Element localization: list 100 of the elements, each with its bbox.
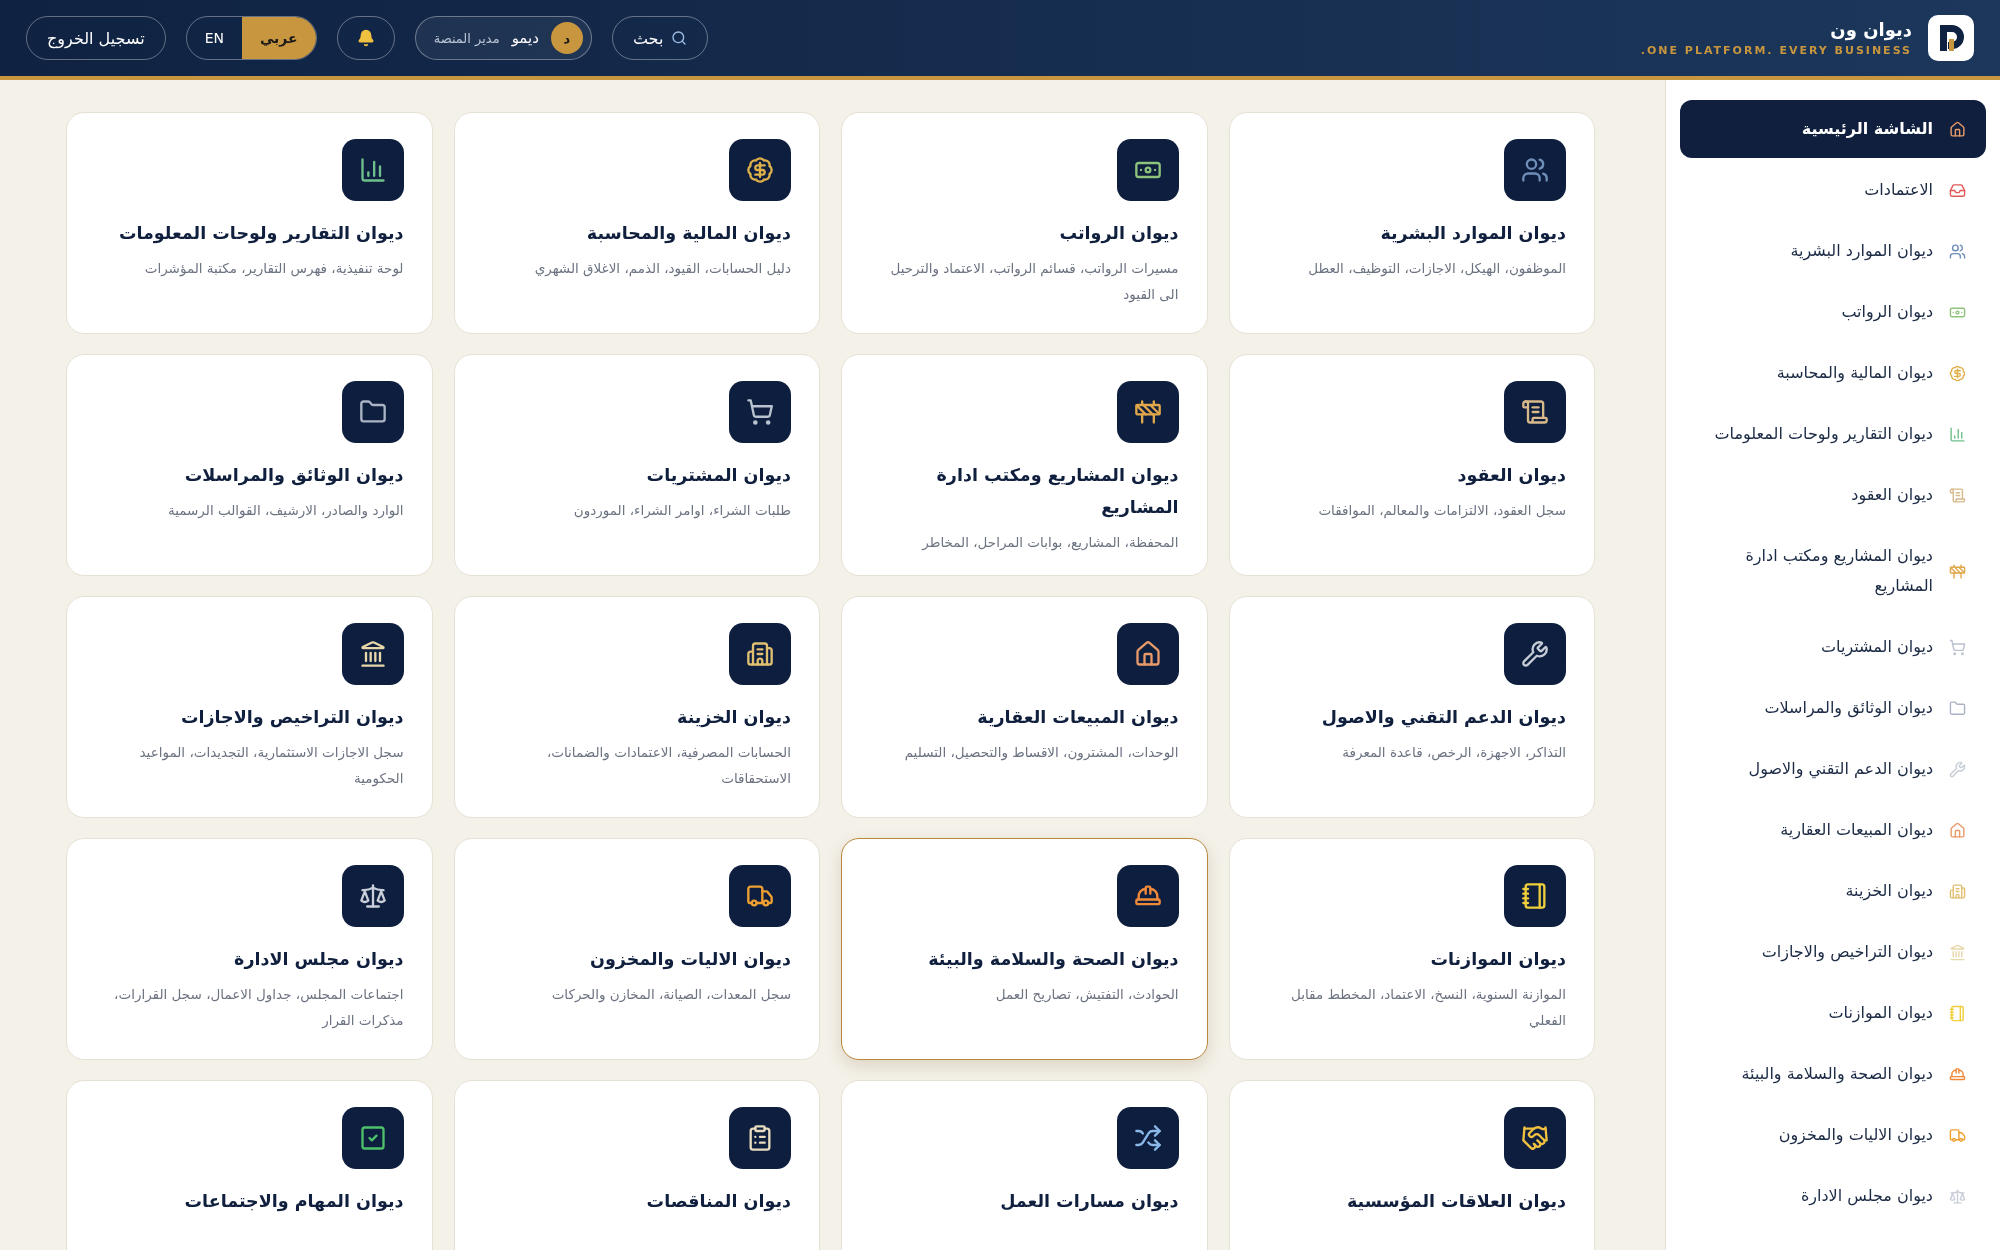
module-card[interactable]: ديوان المناقصات bbox=[453, 1080, 820, 1250]
sidebar-item[interactable]: ديوان التراخيص والاجازات bbox=[1680, 923, 1986, 981]
sidebar-item[interactable]: ديوان الخزينة bbox=[1680, 862, 1986, 920]
truck-icon bbox=[1949, 1126, 1966, 1144]
module-card[interactable]: ديوان المهام والاجتماعات bbox=[66, 1080, 433, 1250]
module-card[interactable]: ديوان الوثائق والمراسلات الوارد والصادر، الارشيف، القوالب الرسمية bbox=[66, 354, 433, 576]
scroll-icon bbox=[1949, 486, 1966, 504]
module-card[interactable]: ديوان الدعم التقني والاصول التذاكر، الاجهزة، الرخص، قاعدة المعرفة bbox=[1228, 596, 1595, 818]
card-description: دليل الحسابات، القيود، الذمم، الاغلاق الشهري bbox=[534, 259, 791, 279]
money-bag-icon bbox=[746, 156, 774, 184]
search-icon bbox=[671, 30, 688, 46]
module-card[interactable]: ديوان الرواتب مسيرات الرواتب، قسائم الرواتب، الاعتماد والترحيل الى القيود bbox=[841, 112, 1208, 334]
card-title: ديوان الرواتب bbox=[1059, 222, 1179, 246]
module-card[interactable]: ديوان الصحة والسلامة والبيئة الحوادث، التفتيش، تصاريح العمل bbox=[841, 838, 1208, 1060]
language-option[interactable]: EN bbox=[186, 17, 242, 59]
user-menu[interactable]: د ديمو مدير المنصة bbox=[414, 16, 592, 60]
cart-icon bbox=[746, 398, 774, 426]
sidebar-item[interactable]: ديوان العقود bbox=[1680, 466, 1986, 524]
module-card[interactable]: ديوان الخزينة الحسابات المصرفية، الاعتمادات والضمانات، الاستحقاقات bbox=[453, 596, 820, 818]
house-icon bbox=[1949, 821, 1966, 839]
check-square-icon bbox=[358, 1124, 387, 1152]
hard-hat-icon bbox=[1949, 1065, 1966, 1083]
people-icon bbox=[1521, 156, 1549, 184]
card-title: ديوان الوثائق والمراسلات bbox=[184, 464, 404, 488]
scale-icon bbox=[1949, 1187, 1966, 1205]
landmark-icon bbox=[1949, 943, 1966, 961]
module-card[interactable]: ديوان المالية والمحاسبة دليل الحسابات، القيود، الذمم، الاغلاق الشهري bbox=[453, 112, 820, 334]
sidebar-item[interactable]: الاعتمادات bbox=[1680, 161, 1986, 219]
bank-icon bbox=[746, 640, 774, 668]
sidebar-item[interactable]: الشاشة الرئيسية bbox=[1680, 100, 1986, 158]
bar-chart-icon bbox=[358, 156, 387, 184]
user-avatar: د bbox=[550, 22, 583, 54]
card-description: المحفظة، المشاريع، بوابات المراحل، المخاطر bbox=[922, 533, 1179, 553]
landmark-icon bbox=[358, 640, 387, 668]
card-title: ديوان العلاقات المؤسسية bbox=[1346, 1190, 1566, 1214]
sidebar-item[interactable]: ديوان الموازنات bbox=[1680, 984, 1986, 1042]
sidebar-item[interactable]: ديوان التقارير ولوحات المعلومات bbox=[1680, 405, 1986, 463]
barrier-icon bbox=[1949, 562, 1966, 580]
card-title: ديوان العقود bbox=[1457, 464, 1566, 488]
sidebar-item[interactable]: ديوان المالية والمحاسبة bbox=[1680, 344, 1986, 402]
card-title: ديوان الموازنات bbox=[1430, 948, 1566, 972]
sidebar-item[interactable]: ديوان الوثائق والمراسلات bbox=[1680, 679, 1986, 737]
bell-icon bbox=[356, 29, 375, 47]
card-description: الموازنة السنوية، النسخ، الاعتماد، المخطط مقابل الفعلي bbox=[1289, 985, 1566, 1030]
wrench-icon bbox=[1521, 640, 1549, 668]
card-title: ديوان المهام والاجتماعات bbox=[184, 1190, 404, 1214]
language-option[interactable]: عربي bbox=[241, 17, 316, 59]
scale-icon bbox=[358, 882, 387, 910]
card-description: الوحدات، المشترون، الاقساط والتحصيل، التسليم bbox=[904, 743, 1179, 763]
sidebar-item[interactable]: ديوان الموارد البشرية bbox=[1680, 222, 1986, 280]
card-title: ديوان الدعم التقني والاصول bbox=[1321, 706, 1566, 730]
folder-icon bbox=[1949, 699, 1966, 717]
sidebar-item[interactable]: ديوان المشتريات bbox=[1680, 618, 1986, 676]
module-card[interactable]: ديوان المبيعات العقارية الوحدات، المشترون، الاقساط والتحصيل، التسليم bbox=[841, 596, 1208, 818]
module-card[interactable]: ديوان العلاقات المؤسسية bbox=[1228, 1080, 1595, 1250]
money-bag-icon bbox=[1949, 364, 1966, 382]
card-description: سجل الاجازات الاستثمارية، التجديدات، المواعيد الحكومية bbox=[138, 743, 404, 789]
card-description: لوحة تنفيذية، فهرس التقارير، مكتبة المؤشرات bbox=[144, 259, 404, 279]
inbox-icon bbox=[1949, 181, 1966, 199]
card-title: ديوان المشاريع ومكتب ادارة المشاريع bbox=[935, 464, 1179, 520]
module-card[interactable]: ديوان الموارد البشرية الموظفون، الهيكل، الاجازات، التوظيف، العطل bbox=[1228, 112, 1595, 334]
card-title: ديوان الصحة والسلامة والبيئة bbox=[928, 948, 1179, 972]
module-card[interactable]: ديوان التراخيص والاجازات سجل الاجازات الاستثمارية، التجديدات، المواعيد الحكومية bbox=[66, 596, 433, 818]
card-description: الوارد والصادر، الارشيف، القوالب الرسمية bbox=[167, 501, 404, 521]
module-card[interactable]: ديوان المشاريع ومكتب ادارة المشاريع المحفظة، المشاريع، بوابات المراحل، المخاطر bbox=[841, 354, 1208, 576]
scroll-icon bbox=[1521, 398, 1549, 426]
module-card[interactable]: ديوان مجلس الادارة اجتماعات المجلس، جداول الاعمال، سجل القرارات، مذكرات القرار bbox=[66, 838, 433, 1060]
bar-chart-icon bbox=[1949, 425, 1966, 443]
module-card[interactable]: ديوان الاليات والمخزون سجل المعدات، الصيانة، المخازن والحركات bbox=[453, 838, 820, 1060]
module-card[interactable]: ديوان العقود سجل العقود، الالتزامات والمعالم، الموافقات bbox=[1228, 354, 1595, 576]
notebook-icon bbox=[1521, 882, 1549, 910]
card-title: ديوان مسارات العمل bbox=[1000, 1190, 1179, 1214]
card-title: ديوان مجلس الادارة bbox=[234, 948, 404, 972]
card-description: الحسابات المصرفية، الاعتمادات والضمانات، الاستحقاقات bbox=[545, 743, 791, 788]
card-title: ديوان الموارد البشرية bbox=[1380, 222, 1566, 246]
card-description: اجتماعات المجلس، جداول الاعمال، سجل القرارات، مذكرات القرار bbox=[113, 985, 404, 1031]
card-title: ديوان الخزينة bbox=[677, 706, 791, 730]
card-description: الموظفون، الهيكل، الاجازات، التوظيف، العطل bbox=[1308, 259, 1566, 279]
module-card[interactable]: ديوان التقارير ولوحات المعلومات لوحة تنفيذية، فهرس التقارير، مكتبة المؤشرات bbox=[66, 112, 433, 334]
sidebar-item[interactable]: ديوان الصحة والسلامة والبيئة bbox=[1680, 1045, 1986, 1103]
card-title: ديوان المناقصات bbox=[646, 1190, 791, 1214]
module-card[interactable]: ديوان مسارات العمل bbox=[841, 1080, 1208, 1250]
barrier-icon bbox=[1133, 398, 1162, 426]
sidebar-item[interactable]: ديوان الاليات والمخزون bbox=[1680, 1106, 1986, 1164]
module-card[interactable]: ديوان المشتريات طلبات الشراء، اوامر الشراء، الموردون bbox=[453, 354, 820, 576]
card-description: طلبات الشراء، اوامر الشراء، الموردون bbox=[573, 501, 791, 521]
card-title: ديوان المبيعات العقارية bbox=[977, 706, 1179, 730]
module-card[interactable]: ديوان الموازنات الموازنة السنوية، النسخ، الاعتماد، المخطط مقابل الفعلي bbox=[1228, 838, 1595, 1060]
notebook-icon bbox=[1949, 1004, 1966, 1022]
cart-icon bbox=[1949, 638, 1966, 656]
logo-icon bbox=[1928, 15, 1974, 61]
sidebar-item[interactable]: ديوان الرواتب bbox=[1680, 283, 1986, 341]
user-name: ديمو bbox=[511, 29, 539, 47]
sidebar-item[interactable]: ديوان المشاريع ومكتب ادارة المشاريع bbox=[1680, 527, 1986, 615]
sidebar-item[interactable]: ديوان المبيعات العقارية bbox=[1680, 801, 1986, 859]
wrench-icon bbox=[1949, 760, 1966, 778]
sidebar-item[interactable]: ديوان مجلس الادارة bbox=[1680, 1167, 1986, 1225]
card-title: ديوان المالية والمحاسبة bbox=[586, 222, 791, 246]
sidebar-item[interactable]: ديوان الدعم التقني والاصول bbox=[1680, 740, 1986, 798]
user-role: مدير المنصة bbox=[433, 30, 500, 46]
